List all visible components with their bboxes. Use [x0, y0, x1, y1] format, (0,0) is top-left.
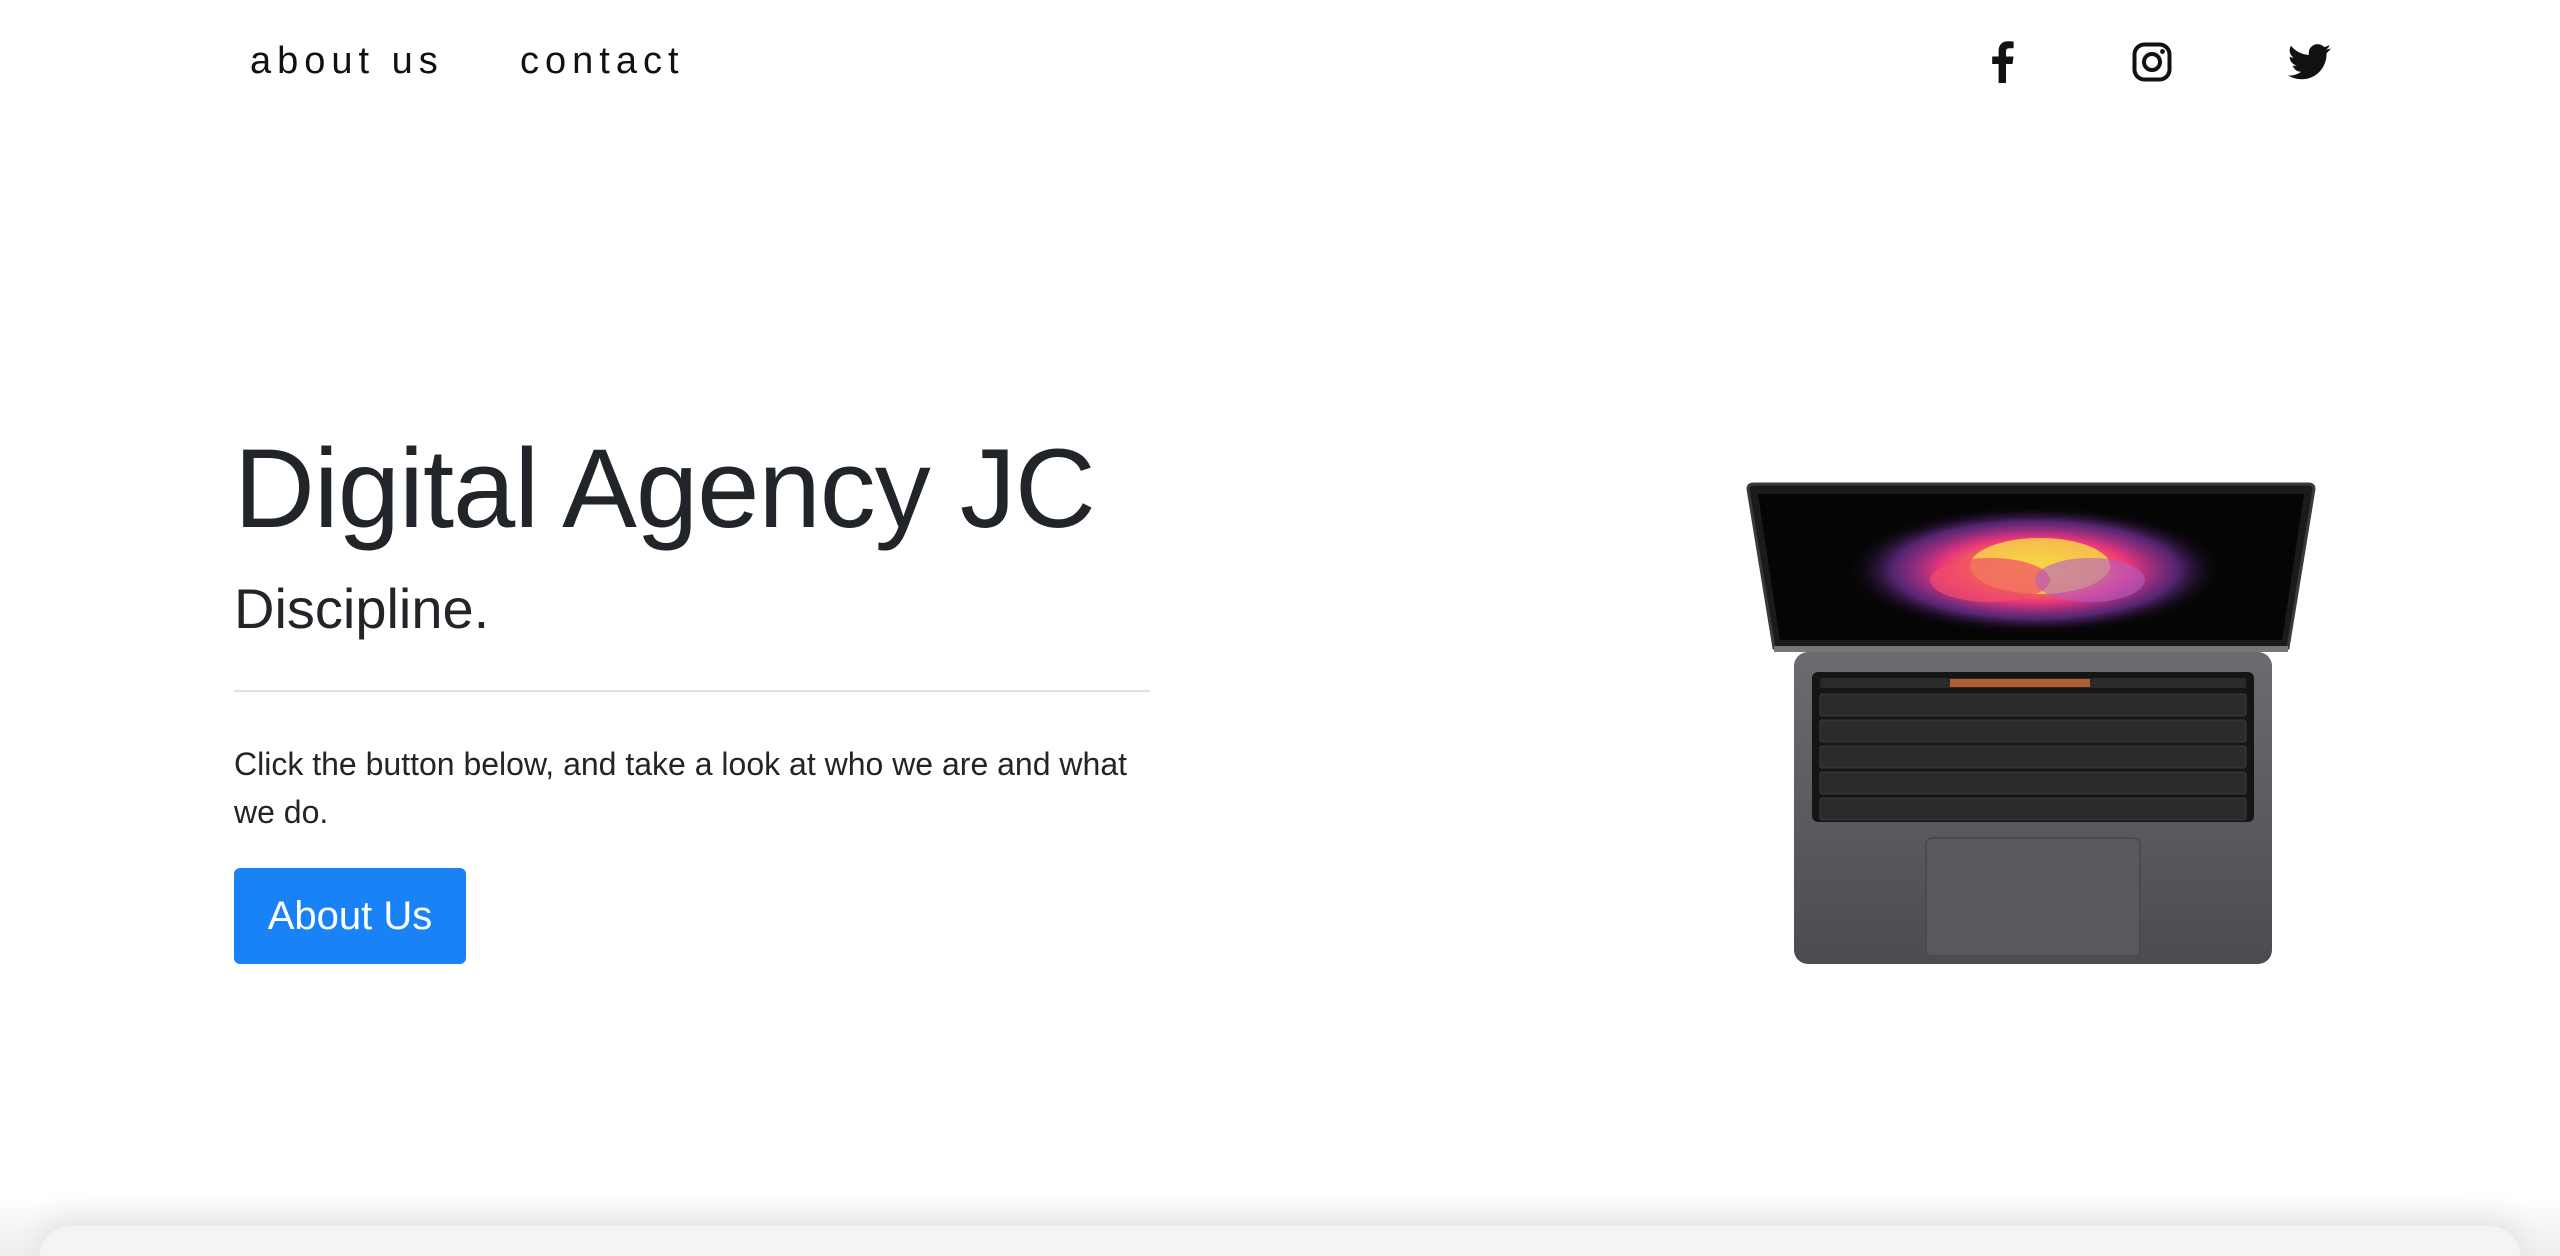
hero-description: Click the button below, and take a look … [234, 746, 1127, 830]
next-section-edge [40, 1226, 2520, 1256]
twitter-icon[interactable] [2286, 38, 2334, 86]
laptop-image [1740, 480, 2320, 970]
about-us-button[interactable]: About Us [234, 868, 466, 964]
instagram-icon[interactable] [2128, 38, 2176, 86]
nav-link-about-us[interactable]: about us [250, 40, 444, 83]
facebook-icon[interactable] [1978, 38, 2026, 86]
divider [234, 690, 1150, 692]
hero-title: Digital Agency JC [234, 426, 1096, 551]
hero-subtitle: Discipline. [234, 577, 490, 640]
top-nav: about us contact [0, 0, 2560, 130]
nav-link-contact[interactable]: contact [520, 40, 685, 83]
